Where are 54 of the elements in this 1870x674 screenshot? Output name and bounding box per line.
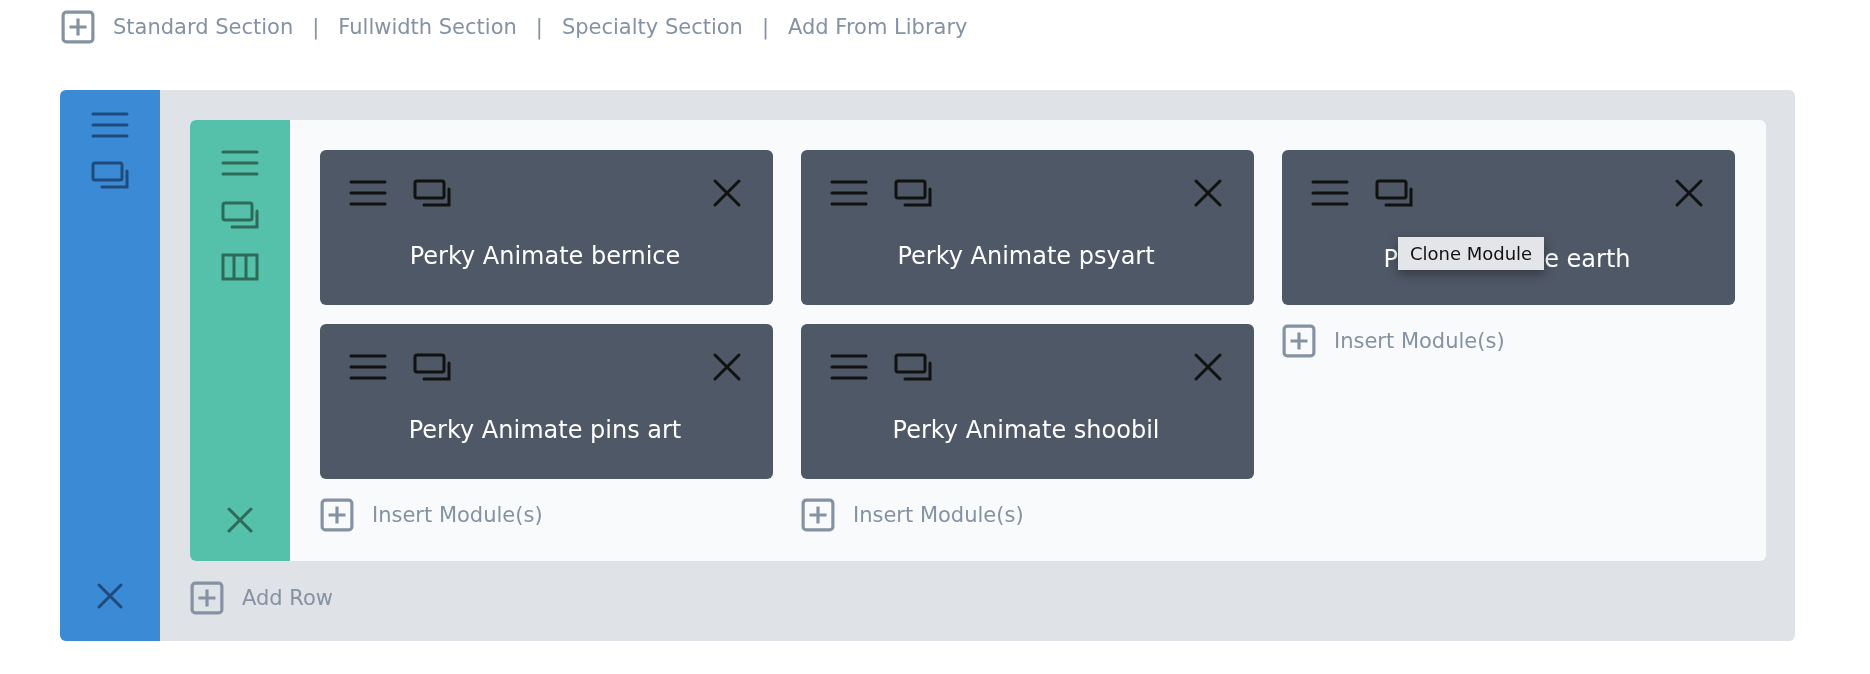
close-icon[interactable] <box>712 178 742 208</box>
add-icon[interactable] <box>801 498 835 532</box>
close-icon[interactable] <box>95 581 125 611</box>
tooltip: Clone Module <box>1397 237 1545 270</box>
separator: | <box>312 15 320 39</box>
menu-icon[interactable] <box>829 178 869 208</box>
close-icon[interactable] <box>225 505 255 535</box>
module-title: Perky Animate psyart <box>896 242 1156 270</box>
module-title: e earth <box>1544 244 1631 273</box>
module-title: Perky Animate shoobil <box>891 416 1161 444</box>
clone-icon[interactable] <box>893 178 933 208</box>
insert-module-link[interactable]: Insert Module(s) <box>320 498 773 532</box>
insert-module-label[interactable]: Insert Module(s) <box>1334 329 1505 353</box>
separator: | <box>535 15 543 39</box>
section-link[interactable]: Fullwidth Section <box>338 15 517 39</box>
insert-module-link[interactable]: Insert Module(s) <box>801 498 1254 532</box>
add-icon[interactable] <box>61 10 95 44</box>
close-icon[interactable] <box>1193 352 1223 382</box>
add-row-label[interactable]: Add Row <box>242 586 333 610</box>
module-card[interactable]: Perky Animate shoobil <box>801 324 1254 479</box>
add-icon[interactable] <box>320 498 354 532</box>
menu-icon[interactable] <box>220 148 260 178</box>
clone-icon[interactable] <box>1374 178 1414 208</box>
insert-module-link[interactable]: Insert Module(s) <box>1282 324 1735 358</box>
module-card[interactable]: Perky Animate bernice <box>320 150 773 305</box>
clone-icon[interactable] <box>90 160 130 190</box>
close-icon[interactable] <box>712 352 742 382</box>
section-link[interactable]: Add From Library <box>788 15 968 39</box>
insert-module-label[interactable]: Insert Module(s) <box>372 503 543 527</box>
section-link[interactable]: Standard Section <box>113 15 294 39</box>
module-card[interactable]: Perky Animate psyart <box>801 150 1254 305</box>
menu-icon[interactable] <box>1310 178 1350 208</box>
section-link[interactable]: Specialty Section <box>561 15 743 39</box>
module-card[interactable]: Perky Animate pins art <box>320 324 773 479</box>
module-title: P <box>1383 244 1398 273</box>
menu-icon[interactable] <box>829 352 869 382</box>
add-row-link[interactable]: Add Row <box>190 581 1766 615</box>
module-title: Perky Animate pins art <box>407 416 683 444</box>
clone-icon[interactable] <box>893 352 933 382</box>
menu-icon[interactable] <box>348 352 388 382</box>
module-card[interactable]: P Clone Module e earth <box>1282 150 1735 305</box>
insert-module-label[interactable]: Insert Module(s) <box>853 503 1024 527</box>
add-icon[interactable] <box>1282 324 1316 358</box>
columns-icon[interactable] <box>220 252 260 282</box>
add-icon[interactable] <box>190 581 224 615</box>
close-icon[interactable] <box>1193 178 1223 208</box>
close-icon[interactable] <box>1674 178 1704 208</box>
menu-icon[interactable] <box>348 178 388 208</box>
clone-icon[interactable] <box>412 178 452 208</box>
separator: | <box>761 15 769 39</box>
module-title: Perky Animate bernice <box>408 242 682 270</box>
clone-icon[interactable] <box>412 352 452 382</box>
menu-icon[interactable] <box>90 110 130 140</box>
clone-icon[interactable] <box>220 200 260 230</box>
